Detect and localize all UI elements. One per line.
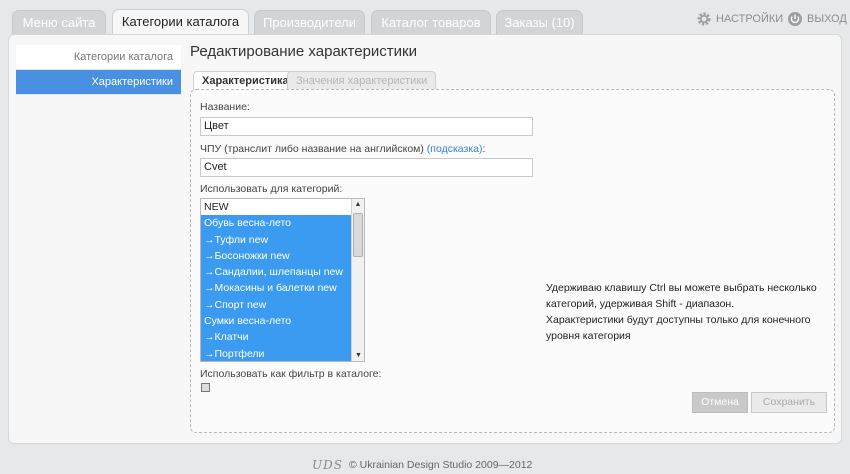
page-title: Редактирование характеристики xyxy=(190,43,417,60)
scroll-up-icon[interactable]: ▲ xyxy=(352,199,364,210)
tab-product-catalog[interactable]: Каталог товаров xyxy=(371,10,491,34)
main-panel: Категории каталога Характеристики Редакт… xyxy=(8,34,842,444)
slug-input[interactable]: Cvet xyxy=(200,158,533,177)
settings-link[interactable]: НАСТРОЙКИ xyxy=(696,11,783,27)
settings-label: НАСТРОЙКИ xyxy=(716,13,784,25)
logout-label: ВЫХОД xyxy=(807,13,847,25)
save-button[interactable]: Сохранить xyxy=(751,392,827,413)
categories-options: NEW Обувь весна-лето →Туфли new →Босоножки … xyxy=(201,199,364,361)
tab-orders[interactable]: Заказы (10) xyxy=(496,10,583,34)
category-option[interactable]: Обувь весна-лето xyxy=(201,215,364,232)
footer: UDS © Ukrainian Design Studio 2009—2012 xyxy=(312,458,532,472)
cancel-button[interactable]: Отмена xyxy=(692,392,748,413)
slug-label: ЧПУ (транслит либо название на английско… xyxy=(200,143,485,155)
tab-catalog-categories[interactable]: Категории каталога xyxy=(112,9,249,35)
sidebar-item-characteristics[interactable]: Характеристики xyxy=(16,70,181,95)
logout-link[interactable]: ВЫХОД xyxy=(787,11,847,27)
category-option[interactable]: Сумки весна-лето xyxy=(201,313,364,330)
categories-scrollbar[interactable]: ▲ ▼ xyxy=(351,199,364,361)
top-navigation: Меню сайта Категории каталога Производит… xyxy=(0,0,850,35)
scroll-down-icon[interactable]: ▼ xyxy=(352,350,364,361)
slug-hint-link[interactable]: (подсказка) xyxy=(427,143,483,155)
filter-label: Использовать как фильтр в каталоге: xyxy=(200,368,382,380)
category-option[interactable]: →Туфли new xyxy=(201,231,364,248)
hint-line-1: Удерживаю клавишу Ctrl вы можете выбрать… xyxy=(546,282,817,310)
slug-label-colon: : xyxy=(482,143,486,155)
selection-hint: Удерживаю клавишу Ctrl вы можете выбрать… xyxy=(546,280,846,344)
name-input[interactable]: Цвет xyxy=(200,117,533,136)
gear-icon xyxy=(697,12,711,26)
tab-manufacturers[interactable]: Производители xyxy=(254,10,365,34)
category-option[interactable]: →Босоножки new xyxy=(201,247,364,265)
categories-label: Использовать для категорий: xyxy=(200,183,343,195)
tab-characteristic-values[interactable]: Значения характеристики xyxy=(287,71,437,89)
category-option[interactable]: NEW xyxy=(201,199,364,216)
category-option[interactable]: →Клатчи xyxy=(201,329,364,346)
studio-logo: UDS xyxy=(312,458,343,472)
name-label: Название: xyxy=(200,101,250,113)
category-option[interactable]: →Сандалии, шлепанцы new xyxy=(201,264,364,281)
scroll-thumb[interactable] xyxy=(353,213,363,257)
copyright: © Ukrainian Design Studio 2009—2012 xyxy=(348,459,533,471)
sidebar-item-catalog-categories[interactable]: Категории каталога xyxy=(16,45,181,70)
edit-form: Название: Цвет ЧПУ (транслит либо назван… xyxy=(190,89,835,433)
category-option[interactable]: →Мокасины и балетки new xyxy=(201,280,364,297)
category-option[interactable]: →Спорт new xyxy=(201,296,364,314)
categories-select[interactable]: NEW Обувь весна-лето →Туфли new →Босоножки … xyxy=(200,198,365,362)
filter-checkbox[interactable] xyxy=(201,383,210,392)
tab-site-menu[interactable]: Меню сайта xyxy=(12,10,106,34)
power-icon xyxy=(788,12,802,26)
slug-label-text: ЧПУ (транслит либо название на английско… xyxy=(200,143,424,155)
hint-line-2: Характеристики будут доступны только для… xyxy=(546,314,811,342)
sidebar: Категории каталога Характеристики xyxy=(16,45,181,95)
tab-characteristic[interactable]: Характеристика xyxy=(193,71,298,90)
category-option[interactable]: →Портфели xyxy=(201,345,364,361)
